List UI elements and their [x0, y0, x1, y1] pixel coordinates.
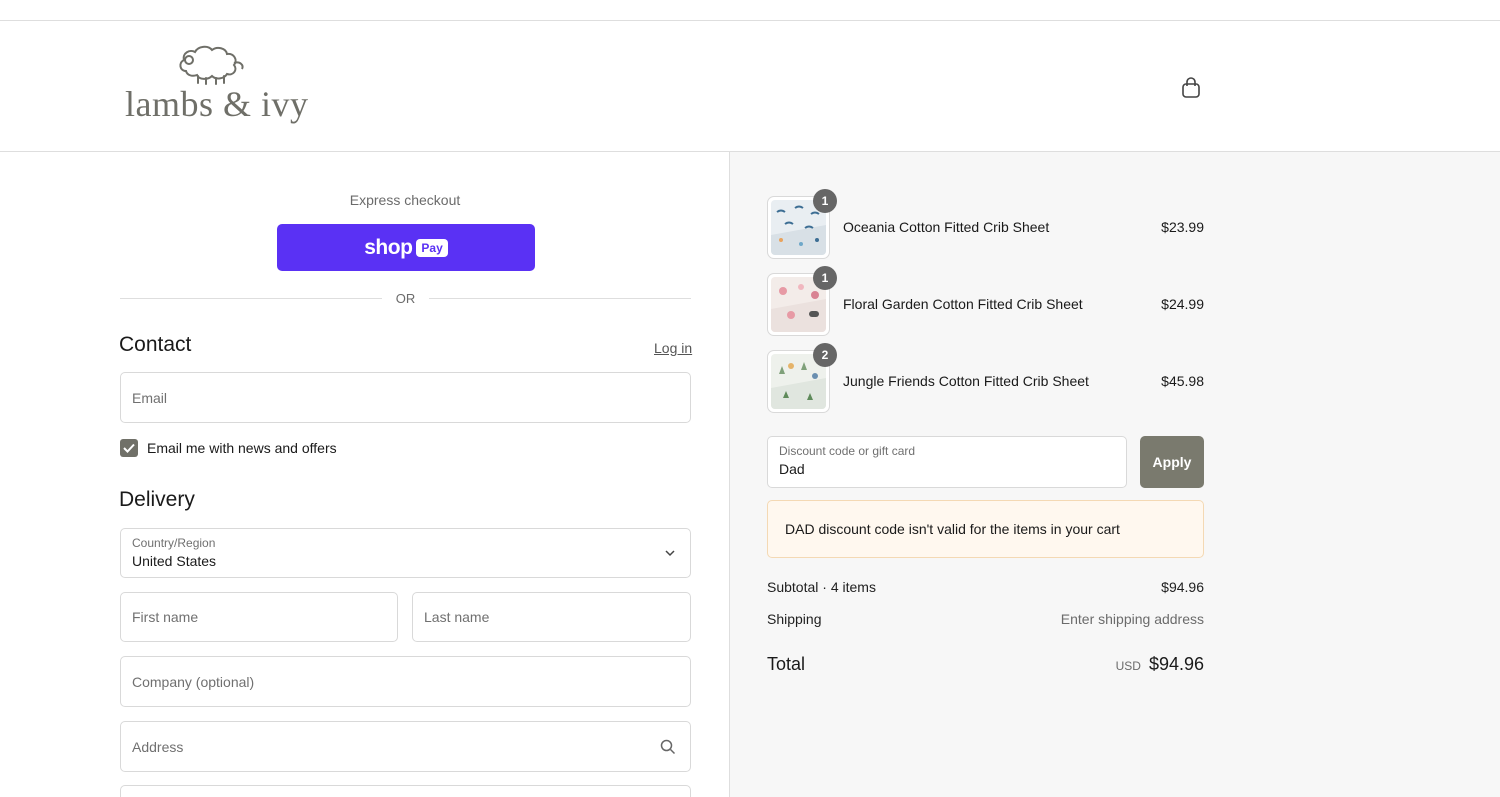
country-select[interactable]: Country/Region United States	[120, 528, 691, 578]
or-text: OR	[395, 290, 416, 306]
total-value-group: USD $94.96	[1116, 654, 1204, 675]
item-name: Floral Garden Cotton Fitted Crib Sheet	[843, 296, 1083, 312]
total-row: Total USD $94.96	[767, 654, 1204, 675]
subtotal-label: Subtotal · 4 items	[767, 579, 876, 595]
last-name-field[interactable]: Last name	[412, 592, 691, 642]
sheep-logo-icon	[179, 45, 244, 85]
product-thumbnail: 1	[767, 266, 837, 336]
chevron-down-icon	[665, 550, 675, 557]
address-field[interactable]: Address	[120, 721, 691, 772]
quantity-badge: 1	[813, 189, 837, 213]
shipping-value: Enter shipping address	[1060, 611, 1204, 627]
total-currency: USD	[1115, 659, 1141, 673]
item-price: $45.98	[1161, 373, 1204, 389]
total-value: $94.96	[1148, 654, 1204, 674]
item-price: $24.99	[1161, 296, 1204, 312]
shop-pay-shop-text: shop	[364, 235, 413, 259]
newsletter-option[interactable]: Email me with news and offers	[120, 438, 337, 457]
discount-code-input[interactable]: Discount code or gift card Dad	[767, 436, 1127, 488]
subtotal-value: $94.96	[1161, 579, 1204, 595]
product-thumbnail: 2	[767, 343, 837, 413]
site-header: lambs & ivy	[0, 21, 1500, 152]
shipping-row: Shipping Enter shipping address	[767, 611, 1204, 627]
item-name: Oceania Cotton Fitted Crib Sheet	[843, 219, 1050, 235]
or-divider: OR	[120, 289, 691, 307]
brand-logo[interactable]: lambs & ivy	[120, 43, 310, 133]
country-label: Country/Region	[132, 536, 216, 550]
quantity-badge: 1	[813, 266, 837, 290]
express-checkout-label: Express checkout	[349, 192, 461, 208]
last-name-placeholder: Last name	[424, 609, 490, 625]
shopping-bag-icon	[1182, 77, 1200, 98]
shop-pay-pay-badge: Pay	[416, 238, 448, 257]
cart-item: 1 Floral Garden Cotton Fitted Crib Sheet…	[767, 266, 1204, 337]
product-thumbnail: 1	[767, 189, 837, 259]
item-price: $23.99	[1161, 219, 1204, 235]
item-name: Jungle Friends Cotton Fitted Crib Sheet	[843, 373, 1089, 389]
search-icon	[660, 739, 676, 755]
company-placeholder: Company (optional)	[132, 674, 255, 690]
discount-warning-banner: DAD discount code isn't valid for the it…	[767, 500, 1204, 558]
address-placeholder: Address	[132, 739, 184, 755]
subtotal-row: Subtotal · 4 items $94.96	[767, 579, 1204, 595]
delivery-title: Delivery	[119, 488, 195, 511]
checkmark-icon	[123, 443, 135, 453]
shipping-label: Shipping	[767, 611, 822, 627]
email-field[interactable]: Email	[120, 372, 691, 423]
apply-discount-button[interactable]: Apply	[1140, 436, 1204, 488]
cart-item: 1 Oceania Cotton Fitted Crib Sheet $23.9…	[767, 189, 1204, 260]
quantity-badge: 2	[813, 343, 837, 367]
apartment-field[interactable]	[120, 785, 691, 797]
first-name-field[interactable]: First name	[120, 592, 398, 642]
email-placeholder: Email	[132, 390, 168, 406]
company-field[interactable]: Company (optional)	[120, 656, 691, 707]
newsletter-checkbox[interactable]	[120, 438, 138, 457]
first-name-placeholder: First name	[132, 609, 199, 625]
shop-pay-button[interactable]: shop Pay	[277, 224, 535, 271]
contact-title: Contact	[119, 333, 192, 356]
cart-button[interactable]	[1178, 75, 1204, 101]
cart-item: 2 Jungle Friends Cotton Fitted Crib Shee…	[767, 343, 1204, 414]
total-label: Total	[767, 654, 806, 674]
discount-value: Dad	[779, 461, 805, 477]
login-link[interactable]: Log in	[654, 340, 692, 356]
newsletter-label: Email me with news and offers	[147, 439, 337, 456]
brand-name: lambs & ivy	[125, 84, 309, 124]
discount-label: Discount code or gift card	[779, 444, 916, 458]
country-value: United States	[132, 553, 217, 569]
